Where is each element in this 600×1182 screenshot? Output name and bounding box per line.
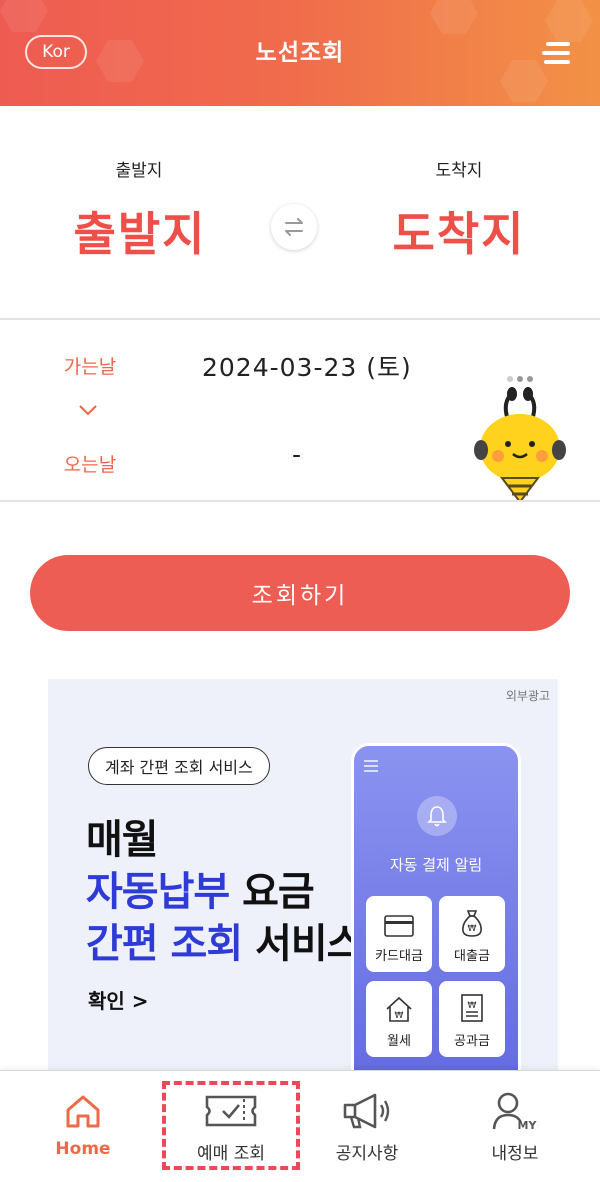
nav-notices[interactable]: 공지사항: [292, 1089, 442, 1164]
nav-my-info[interactable]: MY 내정보: [440, 1089, 590, 1164]
svg-text:₩: ₩: [468, 1001, 477, 1011]
route-selector: 출발지 출발지 도착지 도착지: [0, 106, 600, 318]
tile-card-bill: 카드대금: [366, 896, 432, 972]
ad-headline-1: 매월: [86, 817, 159, 863]
arrival-label: 도착지: [435, 161, 483, 181]
tile-label: 카드대금: [375, 949, 423, 964]
hamburger-menu-icon[interactable]: [542, 40, 572, 66]
tile-utilities: ₩ 공과금: [439, 981, 505, 1057]
ad-headline-3: 간편 조회 서비스: [86, 911, 363, 969]
swap-arrows-icon: [285, 218, 303, 236]
user-my-icon: MY: [492, 1092, 538, 1131]
hex-decoration: [0, 0, 48, 32]
card-icon: [384, 915, 414, 937]
phone-title: 자동 결제 알림: [389, 856, 483, 874]
return-date-field[interactable]: -: [292, 440, 302, 469]
chevron-down-icon[interactable]: [78, 404, 98, 416]
ad-headline-2-black: 요금: [229, 869, 315, 915]
divider: [0, 500, 600, 502]
house-icon: ₩: [386, 996, 412, 1022]
nav-my-info-label: 내정보: [491, 1144, 539, 1164]
return-date-label: 오는날: [63, 454, 117, 476]
bee-mascot-icon: [474, 376, 566, 502]
tile-label: 대출금: [454, 949, 490, 964]
departure-label: 출발지: [115, 161, 163, 181]
ad-headline-2: 자동납부 요금: [86, 859, 315, 917]
ad-confirm-link[interactable]: 확인 >: [88, 985, 149, 1014]
ad-headline-2-blue: 자동납부: [86, 869, 230, 915]
svg-text:₩: ₩: [395, 1011, 404, 1021]
highlight-annotation: [162, 1081, 300, 1170]
swap-button[interactable]: [271, 204, 317, 250]
svg-text:₩: ₩: [468, 924, 477, 934]
outbound-date-field[interactable]: 2024-03-23 (토): [202, 348, 412, 384]
money-bag-icon: ₩: [462, 910, 482, 937]
phone-menu-icon: [364, 760, 378, 772]
bell-icon: [417, 796, 457, 836]
date-selector: 가는날 2024-03-23 (토) 오는날 -: [0, 320, 600, 502]
nav-home-label: Home: [55, 1139, 111, 1159]
search-button[interactable]: 조회하기: [30, 555, 570, 631]
tile-rent: ₩ 월세: [366, 981, 432, 1057]
nav-notices-label: 공지사항: [335, 1144, 399, 1164]
nav-home[interactable]: Home: [8, 1089, 158, 1159]
home-icon: [66, 1095, 100, 1128]
outbound-date-label: 가는날: [63, 356, 117, 378]
tile-label: 공과금: [454, 1034, 490, 1049]
bill-icon: ₩: [461, 994, 483, 1022]
ad-headline-3-blue: 간편 조회: [86, 921, 243, 967]
app-header: Kor 노선조회: [0, 0, 600, 106]
tile-loan: ₩ 대출금: [439, 896, 505, 972]
bottom-nav: Home 예매 조회 공지사항 MY 내정보: [0, 1070, 600, 1182]
svg-text:MY: MY: [518, 1119, 538, 1131]
departure-field[interactable]: 출발지: [30, 198, 250, 264]
ad-headline-3-black: 서비스: [242, 921, 363, 967]
ad-tag: 외부광고: [505, 689, 550, 703]
ad-phone-mockup: 자동 결제 알림 카드대금 ₩ 대출금 ₩ 월세 ₩ 공과금: [351, 743, 521, 1079]
megaphone-icon: [343, 1093, 390, 1129]
ad-banner[interactable]: 외부광고 계좌 간편 조회 서비스 매월 자동납부 요금 간편 조회 서비스 확…: [48, 679, 558, 1079]
hex-decoration: [430, 0, 478, 34]
page-title: 노선조회: [255, 40, 345, 66]
ad-pill: 계좌 간편 조회 서비스: [88, 747, 270, 785]
tile-label: 월세: [387, 1034, 411, 1049]
arrival-field[interactable]: 도착지: [349, 198, 569, 264]
